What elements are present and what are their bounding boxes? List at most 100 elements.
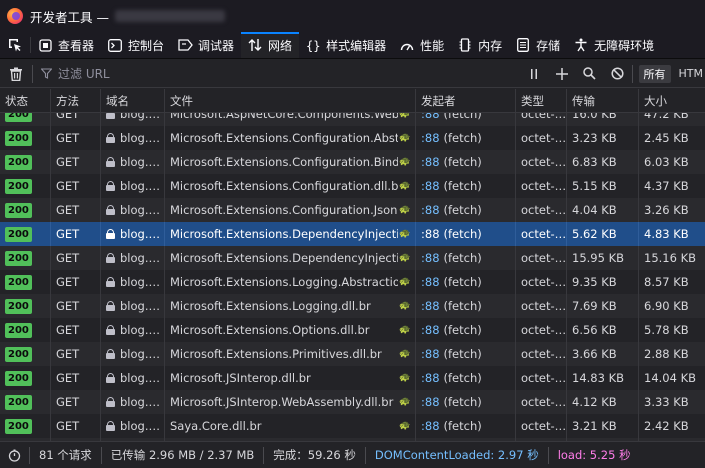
initiator-detail: (fetch) xyxy=(443,395,482,409)
table-row[interactable]: 200 GET blog.… Microsoft.Extensions.Configu… xyxy=(0,150,705,174)
initiator-detail: (fetch) xyxy=(443,371,482,385)
lock-icon xyxy=(106,277,115,287)
type-filter-html[interactable]: HTM xyxy=(679,67,703,80)
table-row[interactable]: 200 GET blog.… Microsoft.Extensions.Configu… xyxy=(0,174,705,198)
request-count: 81 个请求 xyxy=(30,446,102,464)
domain-text: blog.… xyxy=(120,155,160,169)
tab-label: 无障碍环境 xyxy=(594,38,655,53)
domain-cell: blog.… xyxy=(101,113,165,126)
initiator-link[interactable]: :88 xyxy=(421,371,440,385)
status-badge: 200 xyxy=(5,178,32,194)
status-cell: 200 xyxy=(0,366,51,390)
url-filter-input[interactable]: 过滤 URL xyxy=(41,65,511,82)
method-cell: GET xyxy=(51,294,101,318)
initiator-link[interactable]: :88 xyxy=(421,131,440,145)
table-row[interactable]: 200 GET blog.… Microsoft.JSInterop.WebAssem… xyxy=(0,390,705,414)
tab-debugger[interactable]: 调试器 xyxy=(171,32,241,58)
table-row[interactable]: 200 GET blog.… Microsoft.AspNetCore.Compone… xyxy=(0,113,705,126)
finish-time: 完成：59.26 秒 xyxy=(264,446,366,464)
tab-console[interactable]: 控制台 xyxy=(101,32,171,58)
tab-inspector[interactable]: 查看器 xyxy=(31,32,101,58)
table-row[interactable]: 200 GET blog.… Microsoft.Extensions.Depende… xyxy=(0,246,705,270)
search-button[interactable] xyxy=(576,67,604,80)
column-size[interactable]: 大小 xyxy=(639,89,705,112)
column-type[interactable]: 类型 xyxy=(516,89,567,112)
status-badge: 200 xyxy=(5,113,32,122)
network-toolbar: 过滤 URL 所有 HTM xyxy=(0,60,705,88)
tab-storage[interactable]: 存储 xyxy=(509,32,567,58)
slow-request-turtle-icon: 🐢 xyxy=(399,253,411,263)
status-badge: 200 xyxy=(5,370,32,386)
column-transferred[interactable]: 传输 xyxy=(567,89,639,112)
initiator-link[interactable]: :88 xyxy=(421,347,440,361)
column-method[interactable]: 方法 xyxy=(51,89,101,112)
type-filter-all[interactable]: 所有 xyxy=(638,64,671,83)
table-row[interactable]: 200 GET blog.… Saya.Core.dll.br 🐢:88 (fetch) o… xyxy=(0,414,705,438)
console-icon xyxy=(107,37,123,53)
method-cell: GET xyxy=(51,174,101,198)
new-request-button[interactable] xyxy=(548,67,576,80)
initiator-link[interactable]: :88 xyxy=(421,155,440,169)
firefox-logo-icon xyxy=(7,8,23,24)
tab-memory[interactable]: 内存 xyxy=(451,32,509,58)
slow-request-turtle-icon: 🐢 xyxy=(399,229,411,239)
column-initiator[interactable]: 发起者 xyxy=(416,89,516,112)
table-row[interactable]: 200 GET blog.… Microsoft.Extensions.Configu… xyxy=(0,198,705,222)
domain-text: blog.… xyxy=(120,371,160,385)
initiator-link[interactable]: :88 xyxy=(421,395,440,409)
table-row[interactable]: 200 GET blog.… Microsoft.Extensions.Logging… xyxy=(0,270,705,294)
initiator-link[interactable]: :88 xyxy=(421,419,440,433)
pause-button[interactable] xyxy=(520,68,548,80)
file-name: Microsoft.JSInterop.WebAssembly.dll.br xyxy=(170,395,394,409)
column-domain[interactable]: 域名 xyxy=(101,89,165,112)
tab-accessibility[interactable]: 无障碍环境 xyxy=(567,32,661,58)
domain-text: blog.… xyxy=(120,419,160,433)
performance-analysis-button[interactable] xyxy=(0,446,30,464)
type-cell: octet-… xyxy=(516,270,567,294)
element-picker-button[interactable] xyxy=(0,32,30,58)
method-cell: GET xyxy=(51,366,101,390)
initiator-link[interactable]: :88 xyxy=(421,299,440,313)
table-row[interactable]: 200 GET blog.… Microsoft.Extensions.Options… xyxy=(0,318,705,342)
method-cell: GET xyxy=(51,318,101,342)
method-cell: GET xyxy=(51,126,101,150)
initiator-detail: (fetch) xyxy=(443,203,482,217)
size-cell: 14.04 KB xyxy=(644,371,697,385)
initiator-link[interactable]: :88 xyxy=(421,275,440,289)
file-name: Microsoft.Extensions.DependencyInjection… xyxy=(170,251,398,265)
transferred-cell: 4.04 KB xyxy=(567,198,639,222)
initiator-link[interactable]: :88 xyxy=(421,323,440,337)
initiator-link[interactable]: :88 xyxy=(421,203,440,217)
initiator-cell: :88 (fetch) xyxy=(416,174,516,198)
method-cell: GET xyxy=(51,390,101,414)
transferred-summary: 已传输 2.96 MB / 2.37 MB xyxy=(102,446,265,464)
lock-icon xyxy=(106,113,115,119)
table-row[interactable]: 200 GET blog.… Microsoft.Extensions.Primiti… xyxy=(0,342,705,366)
clear-button[interactable] xyxy=(0,67,32,81)
tab-network[interactable]: 网络 xyxy=(241,32,300,58)
type-cell: octet-… xyxy=(516,113,567,126)
transferred-cell: 14.83 KB xyxy=(567,366,639,390)
network-statusbar: 81 个请求 已传输 2.96 MB / 2.37 MB 完成：59.26 秒 … xyxy=(0,441,705,468)
size-cell: 2.42 KB xyxy=(644,419,689,433)
initiator-detail: (fetch) xyxy=(443,275,482,289)
initiator-link[interactable]: :88 xyxy=(421,227,440,241)
requests-table-body: 200 GET blog.… Microsoft.AspNetCore.Compone… xyxy=(0,113,705,441)
initiator-link[interactable]: :88 xyxy=(421,251,440,265)
block-requests-button[interactable] xyxy=(604,67,632,80)
slow-request-turtle-icon: 🐢 xyxy=(399,113,411,119)
initiator-link[interactable]: :88 xyxy=(421,179,440,193)
tab-performance[interactable]: 性能 xyxy=(393,32,451,58)
table-row[interactable]: 200 GET blog.… Microsoft.Extensions.Depende… xyxy=(0,222,705,246)
column-file[interactable]: 文件 xyxy=(165,89,416,112)
initiator-link[interactable]: :88 xyxy=(421,113,440,121)
table-row[interactable]: 200 GET blog.… Microsoft.JSInterop.dll.br 🐢:… xyxy=(0,366,705,390)
lock-icon xyxy=(106,181,115,191)
column-status[interactable]: 状态 xyxy=(0,89,51,112)
tab-style-editor[interactable]: {} 样式编辑器 xyxy=(299,32,393,58)
table-row[interactable]: 200 GET blog.… Microsoft.Extensions.Configu… xyxy=(0,126,705,150)
table-row[interactable]: 200 GET blog.… Microsoft.Extensions.Logging… xyxy=(0,294,705,318)
file-cell: Microsoft.Extensions.Configuration.Json.… xyxy=(165,198,416,222)
file-name: Microsoft.AspNetCore.Components.Web.… xyxy=(170,113,398,121)
network-icon xyxy=(247,37,263,53)
